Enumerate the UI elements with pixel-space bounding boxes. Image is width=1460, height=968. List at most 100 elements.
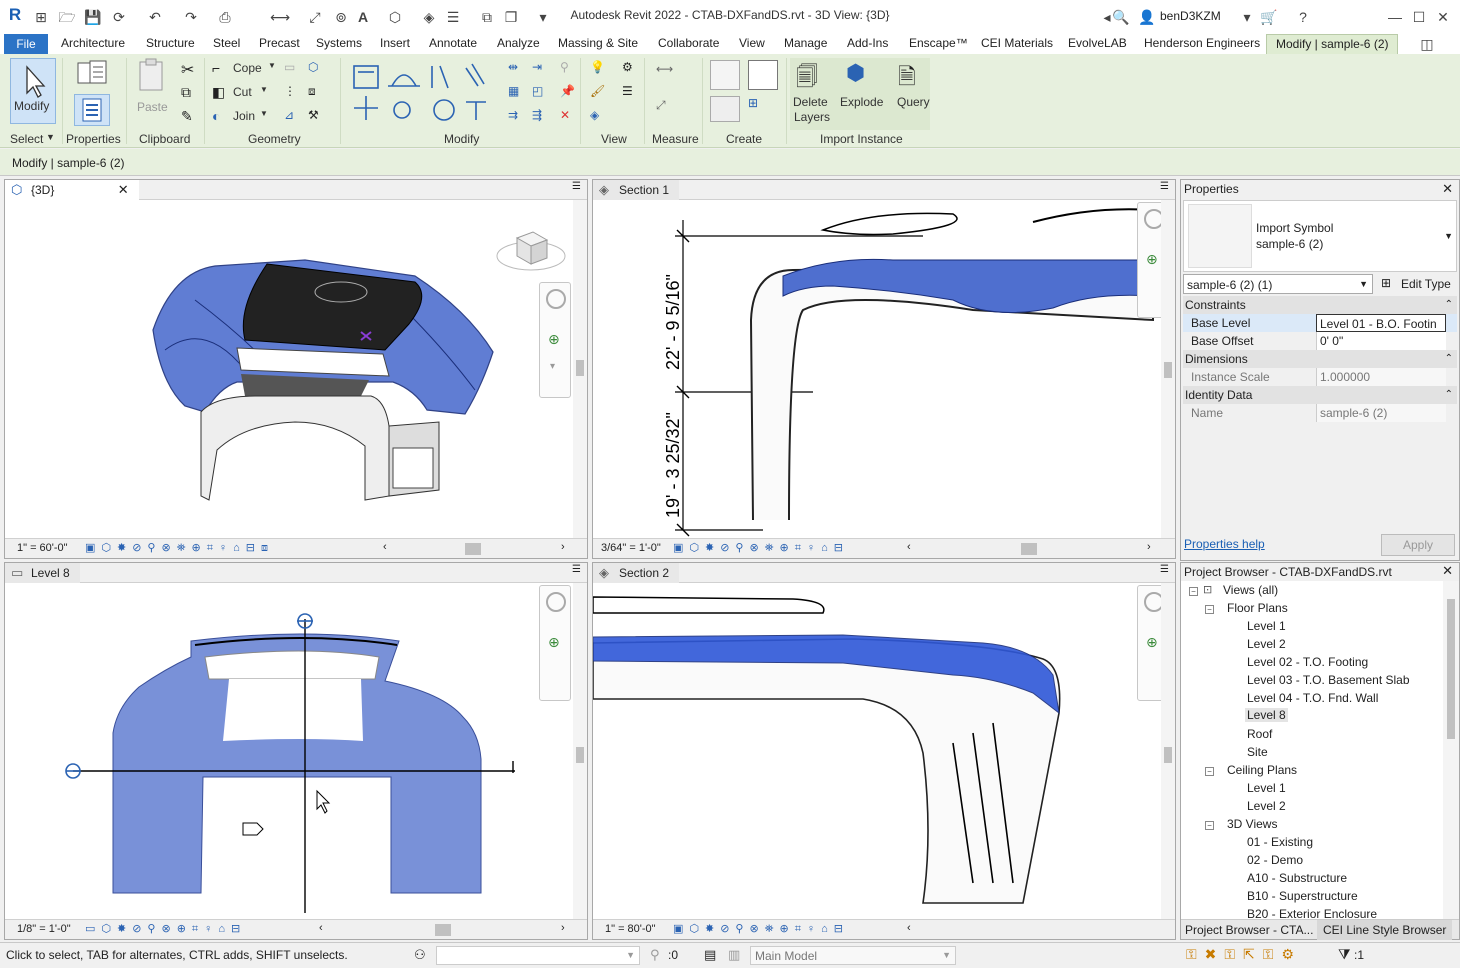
group-dimensions[interactable]: Dimensions ⌃ xyxy=(1183,350,1457,368)
tab-manage[interactable]: Manage xyxy=(784,36,827,50)
paint-icon[interactable]: ⬡ xyxy=(308,60,326,78)
mirror-icon[interactable]: ⚲ xyxy=(560,60,578,78)
wall-joins-icon[interactable]: ▭ xyxy=(284,60,302,78)
editable-only-icon[interactable]: ⚲ xyxy=(650,947,660,963)
instance-filter-select[interactable]: sample-6 (2) (1) ▼ xyxy=(1183,274,1373,294)
view-menu-icon[interactable]: ☰ xyxy=(572,564,581,575)
view-control-icons[interactable]: ▭⬡✸⊘⚲⊗⊕⌗♀⌂⊟ xyxy=(85,922,246,936)
properties-button[interactable] xyxy=(74,94,110,126)
tab-evolvelab[interactable]: EvolveLAB xyxy=(1068,36,1127,50)
tab-precast[interactable]: Precast xyxy=(259,36,300,50)
horizontal-scroll-thumb[interactable] xyxy=(1021,543,1037,555)
delete-layers-label-1[interactable]: Delete xyxy=(793,95,828,109)
tree-3d-views[interactable]: 3D Views xyxy=(1227,817,1277,831)
navigation-bar[interactable]: ⊕ ▾ xyxy=(539,282,571,398)
linework-icon[interactable]: 🖌 xyxy=(590,84,608,102)
zoom-region-icon[interactable]: ⊕ xyxy=(548,634,560,651)
create-group-icon[interactable] xyxy=(710,96,740,122)
tree-ceiling-plans[interactable]: Ceiling Plans xyxy=(1227,763,1297,777)
join-button[interactable]: Join xyxy=(233,109,255,123)
view-3d[interactable]: ⬡ {3D} ✕ ☰ ⊕ ▾ 1" = 60'-0" ▣⬡✸⊘⚲⊗⛯⊕⌗♀⌂⊟⧈… xyxy=(4,179,588,559)
select-chevron-icon[interactable]: ▼ xyxy=(46,132,55,142)
horizontal-scroll-thumb[interactable] xyxy=(435,924,451,936)
scroll-right-icon[interactable]: › xyxy=(1147,541,1151,553)
tab-add-ins[interactable]: Add-Ins xyxy=(847,36,888,50)
tree-item-level-8[interactable]: Level 8 xyxy=(1245,708,1288,722)
browser-scroll-thumb[interactable] xyxy=(1447,599,1455,739)
tree-floor-plans[interactable]: Floor Plans xyxy=(1227,601,1288,615)
section-1-canvas[interactable]: 22' - 9 5/16" 19' - 3 25/32" xyxy=(593,200,1163,540)
scale-icon[interactable]: ◰ xyxy=(532,84,550,102)
apply-button[interactable]: Apply xyxy=(1381,534,1455,556)
create-assembly-icon[interactable] xyxy=(710,60,740,90)
steering-wheel-icon[interactable] xyxy=(546,289,566,309)
demolish-icon[interactable]: ⧈ xyxy=(308,84,326,102)
maximize-icon[interactable]: ☐ xyxy=(1410,8,1428,26)
split-icon[interactable]: ⇉ xyxy=(508,108,526,126)
view-level-8[interactable]: ▭ Level 8 ☰ ⊕ 1/8" = 1'-0" ▭⬡✸⊘⚲⊗⊕⌗♀⌂⊟ ‹… xyxy=(4,562,588,940)
cut-geometry-icon[interactable]: ◧ xyxy=(212,84,230,102)
view-control-icons[interactable]: ▣⬡✸⊘⚲⊗⛯⊕⌗♀⌂⊟⧈ xyxy=(85,541,274,555)
cope-button[interactable]: Cope xyxy=(233,61,262,75)
tab-steel[interactable]: Steel xyxy=(213,36,240,50)
workset-chevron-icon[interactable]: ▼ xyxy=(626,950,635,960)
level-8-canvas[interactable] xyxy=(5,583,575,919)
tree-item-level-04[interactable]: Level 04 - T.O. Fnd. Wall xyxy=(1247,691,1378,705)
tab-line-style-browser[interactable]: CEI Line Style Browser xyxy=(1317,920,1453,940)
binoculars-icon[interactable]: 🔍 xyxy=(1112,8,1130,26)
split-face-icon[interactable]: ⋮ xyxy=(284,84,302,102)
ribbon-options-icon[interactable]: ◫ xyxy=(1418,35,1436,53)
explode-icon[interactable]: ⬢ xyxy=(846,60,876,90)
tab-insert[interactable]: Insert xyxy=(380,36,410,50)
scroll-left-icon[interactable]: ‹ xyxy=(907,541,911,553)
tree-item-3d-superstructure[interactable]: B10 - Superstructure xyxy=(1247,889,1358,903)
tab-section-1[interactable]: ◈ Section 1 xyxy=(593,180,680,200)
tab-section-2[interactable]: ◈ Section 2 xyxy=(593,563,680,583)
tab-modify-context[interactable]: Modify | sample-6 (2) xyxy=(1266,34,1398,54)
scroll-right-icon[interactable]: › xyxy=(561,922,565,934)
tree-item-3d-substructure[interactable]: A10 - Substructure xyxy=(1247,871,1347,885)
collapse-icon[interactable]: − xyxy=(1205,767,1214,776)
tab-structure[interactable]: Structure xyxy=(146,36,195,50)
close-view-icon[interactable]: ✕ xyxy=(118,182,129,197)
view-menu-icon[interactable]: ☰ xyxy=(1160,181,1169,192)
prop-base-offset[interactable]: Base Offset 0' 0" xyxy=(1183,332,1457,350)
measure-between-icon[interactable]: ⟷ xyxy=(656,62,696,80)
explode-button[interactable]: Explode xyxy=(840,95,883,109)
query-button[interactable]: Query xyxy=(897,95,930,109)
cut-button[interactable]: Cut xyxy=(233,85,252,99)
browser-scrollbar[interactable] xyxy=(1443,581,1459,921)
collapse-icon[interactable]: − xyxy=(1205,821,1214,830)
scroll-left-icon[interactable]: ‹ xyxy=(383,541,387,553)
tree-item-level-2[interactable]: Level 2 xyxy=(1247,637,1286,651)
scroll-thumb[interactable] xyxy=(576,360,584,376)
view-menu-icon[interactable]: ☰ xyxy=(572,181,581,192)
user-icon[interactable]: 👤 xyxy=(1138,8,1156,26)
collapse-icon[interactable]: ⌃ xyxy=(1445,296,1453,314)
tree-item-ceiling-level-2[interactable]: Level 2 xyxy=(1247,799,1286,813)
scroll-left-icon[interactable]: ‹ xyxy=(319,922,323,934)
join-icon[interactable]: ◐ xyxy=(212,108,230,126)
selection-mode-icons[interactable]: ⚿✖⚿⇱⚿⚙ xyxy=(1186,946,1302,963)
tab-architecture[interactable]: Architecture xyxy=(61,36,125,50)
tab-analyze[interactable]: Analyze xyxy=(497,36,540,50)
view-section-1[interactable]: ◈ Section 1 ☰ 22' - 9 5/16" 19' - 3 25/3… xyxy=(592,179,1176,559)
view-scale[interactable]: 1/8" = 1'-0" xyxy=(17,923,71,935)
tab-annotate[interactable]: Annotate xyxy=(429,36,477,50)
vertical-scrollbar[interactable] xyxy=(1161,583,1175,919)
delete-layers-icon[interactable]: 🗐 xyxy=(796,60,826,90)
hammer-icon[interactable]: ⚒ xyxy=(308,108,326,126)
cut-dropdown-icon[interactable]: ▼ xyxy=(260,85,268,94)
cart-icon[interactable]: 🛒 xyxy=(1260,8,1278,26)
modify-button[interactable]: Modify xyxy=(10,58,56,124)
user-dropdown-icon[interactable]: ▾ xyxy=(1238,8,1256,26)
temporary-hide-icon[interactable]: ◈ xyxy=(590,108,608,126)
prop-base-level[interactable]: Base Level Level 01 - B.O. Footin xyxy=(1183,314,1457,332)
tree-item-level-03[interactable]: Level 03 - T.O. Basement Slab xyxy=(1247,673,1410,687)
steering-wheel-2d-icon[interactable] xyxy=(546,592,566,612)
pin-icon[interactable]: 📌 xyxy=(560,84,578,102)
view-control-icons[interactable]: ▣⬡✸⊘⚲⊗⛯⊕⌗♀⌂⊟ xyxy=(673,922,849,936)
tab-3d-view[interactable]: ⬡ {3D} ✕ xyxy=(5,180,139,200)
type-selector[interactable]: Import Symbol sample-6 (2) ▼ xyxy=(1183,200,1457,272)
align-icon[interactable]: ⇹ xyxy=(508,60,526,78)
